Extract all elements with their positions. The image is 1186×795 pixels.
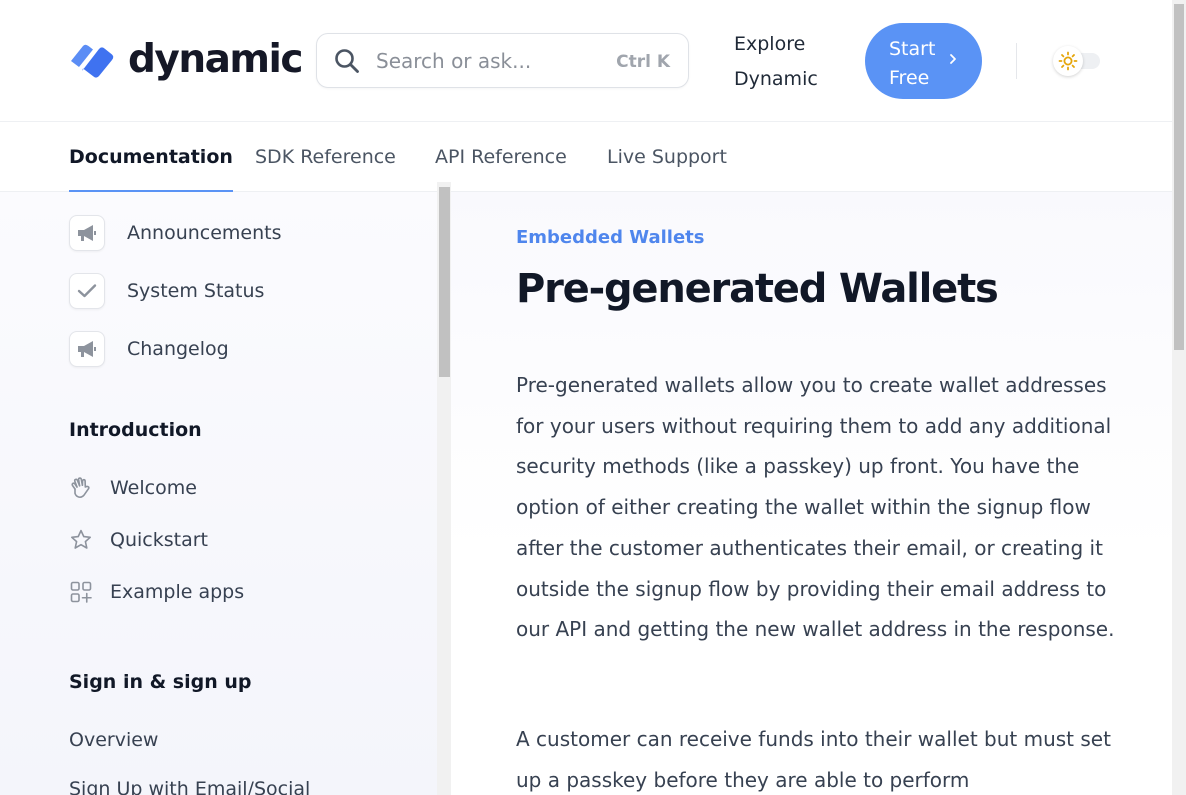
body-paragraph: Pre-generated wallets allow you to creat… — [516, 373, 1115, 642]
page-scrollbar-thumb[interactable] — [1174, 4, 1184, 350]
grid-plus-icon — [69, 580, 93, 604]
tab-live-support[interactable]: Live Support — [607, 146, 727, 192]
dynamic-logo[interactable]: dynamic — [69, 37, 304, 82]
logo-text: dynamic — [128, 37, 304, 82]
dynamic-logo-icon — [69, 40, 115, 80]
search-shortcut: Ctrl K — [616, 52, 670, 72]
check-icon — [69, 273, 105, 309]
sidebar-item-announcements[interactable]: Announcements — [69, 215, 282, 251]
search-box[interactable]: Search or ask... Ctrl K — [316, 33, 689, 88]
search-placeholder: Search or ask... — [376, 49, 532, 73]
search-icon — [334, 48, 360, 74]
sidebar-item-quickstart[interactable]: Quickstart — [69, 528, 208, 552]
megaphone-icon — [69, 331, 105, 367]
chevron-right-icon — [948, 49, 960, 69]
explore-dynamic-link[interactable]: Explore Dynamic — [734, 27, 844, 97]
header-divider — [1016, 43, 1017, 79]
sun-icon — [1053, 46, 1083, 76]
sidebar-scrollbar-thumb[interactable] — [439, 187, 450, 377]
section-eyebrow[interactable]: Embedded Wallets — [516, 227, 705, 248]
start-free-label: Start Free — [889, 38, 936, 89]
top-header: dynamic Search or ask... Ctrl K Explore … — [0, 0, 1172, 122]
sidebar-item-example-apps[interactable]: Example apps — [69, 580, 244, 604]
waving-hand-icon — [69, 476, 93, 500]
megaphone-icon — [69, 215, 105, 251]
tab-api-reference[interactable]: API Reference — [435, 146, 567, 192]
main-content: Embedded Wallets Pre-generated Wallets P… — [451, 192, 1172, 795]
sidebar-item-overview[interactable]: Overview — [69, 729, 158, 751]
start-free-button[interactable]: Start Free — [865, 23, 982, 99]
sidebar: Announcements System Status Changelog In… — [0, 192, 437, 795]
top-tabs: Documentation SDK Reference API Referenc… — [0, 122, 1172, 192]
sidebar-item-welcome[interactable]: Welcome — [69, 476, 197, 500]
sidebar-heading-introduction: Introduction — [69, 419, 202, 441]
tab-documentation[interactable]: Documentation — [69, 146, 233, 192]
sidebar-item-system-status[interactable]: System Status — [69, 273, 264, 309]
body-paragraph: A customer can receive funds into their … — [516, 727, 1111, 792]
page-title: Pre-generated Wallets — [516, 266, 999, 312]
star-icon — [69, 528, 93, 552]
sidebar-item-changelog[interactable]: Changelog — [69, 331, 229, 367]
sidebar-heading-sign-in: Sign in & sign up — [69, 671, 252, 693]
tab-sdk-reference[interactable]: SDK Reference — [255, 146, 396, 192]
sidebar-item-sign-up-email-social[interactable]: Sign Up with Email/Social — [69, 778, 310, 795]
theme-toggle[interactable] — [1053, 46, 1100, 76]
